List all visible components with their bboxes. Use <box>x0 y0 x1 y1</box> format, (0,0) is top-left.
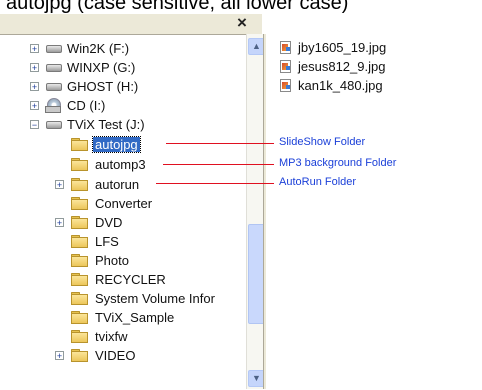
annotation-line <box>163 164 274 165</box>
close-icon[interactable]: × <box>233 13 251 33</box>
file-list: jby1605_19.jpg jesus812_9.jpg kan1k_480.… <box>266 34 482 389</box>
expand-icon[interactable]: + <box>55 179 64 189</box>
tree-item-tvix-sample[interactable]: TViX_Sample <box>55 308 176 326</box>
tree-item-photo[interactable]: Photo <box>55 251 131 269</box>
tree-item-label: tvixfw <box>95 328 128 344</box>
expand-icon[interactable]: + <box>55 350 64 360</box>
tree-item-cd[interactable]: + CD (I:) <box>30 96 107 114</box>
annotation-line <box>156 183 274 184</box>
tree-item-label: WINXP (G:) <box>67 59 136 75</box>
folder-icon <box>70 253 88 267</box>
folder-icon <box>70 329 88 343</box>
annotation-line <box>166 143 274 144</box>
tree-item-label: DVD <box>95 214 123 230</box>
tree-item-lfs[interactable]: LFS <box>55 232 121 250</box>
tree-item-autorun[interactable]: + autorun <box>55 175 141 193</box>
file-item[interactable]: jby1605_19.jpg <box>280 38 388 56</box>
tree-item-label: autojpg <box>92 135 141 153</box>
drive-icon <box>45 43 62 53</box>
folder-icon <box>70 234 88 248</box>
jpg-file-icon <box>280 78 291 92</box>
tree-item-tvixfw[interactable]: tvixfw <box>55 327 130 345</box>
annotation-slideshow: SlideShow Folder <box>279 136 366 148</box>
tree-item-tvix-test[interactable]: − TViX Test (J:) <box>30 115 147 133</box>
expand-icon[interactable]: + <box>30 81 39 91</box>
folder-icon <box>70 291 88 305</box>
expand-icon[interactable]: + <box>55 217 64 227</box>
tree-item-winxp[interactable]: + WINXP (G:) <box>30 58 137 76</box>
tree-item-converter[interactable]: Converter <box>55 194 154 212</box>
folder-icon <box>70 177 88 191</box>
tree-item-label: Photo <box>95 252 129 268</box>
folder-icon <box>70 310 88 324</box>
tree-item-ghost[interactable]: + GHOST (H:) <box>30 77 140 95</box>
window-titlebar <box>0 14 262 34</box>
tree-item-label: VIDEO <box>95 347 136 363</box>
tree-item-label: GHOST (H:) <box>67 78 139 94</box>
tree-item-label: autorun <box>95 176 140 192</box>
cd-drive-icon <box>45 97 61 113</box>
drive-icon <box>45 81 62 91</box>
tree-item-label: Win2K (F:) <box>67 40 130 56</box>
tree-item-win2k[interactable]: + Win2K (F:) <box>30 39 131 57</box>
tree-item-autojpg[interactable]: autojpg <box>55 135 141 153</box>
tree-item-label: TViX Test (J:) <box>67 116 145 132</box>
file-name: kan1k_480.jpg <box>298 77 383 93</box>
tree-item-label: CD (I:) <box>67 97 106 113</box>
tree-item-automp3[interactable]: automp3 <box>55 155 148 173</box>
file-item[interactable]: kan1k_480.jpg <box>280 76 385 94</box>
folder-icon <box>70 157 88 171</box>
folder-icon <box>70 348 88 362</box>
file-item[interactable]: jesus812_9.jpg <box>280 57 387 75</box>
tree-item-label: RECYCLER <box>95 271 166 287</box>
annotation-autorun: AutoRun Folder <box>279 176 357 188</box>
file-name: jby1605_19.jpg <box>298 39 387 55</box>
folder-icon <box>70 272 88 286</box>
drive-icon <box>45 119 62 129</box>
folder-tree: + Win2K (F:) + WINXP (G:) + GHOST (H:) +… <box>0 34 246 390</box>
tree-item-video[interactable]: + VIDEO <box>55 346 137 364</box>
tree-item-label: TViX_Sample <box>95 309 175 325</box>
collapse-icon[interactable]: − <box>30 119 39 129</box>
tree-scrollbar[interactable]: ▲ ▼ <box>246 34 265 389</box>
tree-item-label: LFS <box>95 233 119 249</box>
folder-icon <box>70 137 88 151</box>
file-name: jesus812_9.jpg <box>298 58 386 74</box>
folder-icon <box>70 215 88 229</box>
expand-icon[interactable]: + <box>30 100 39 110</box>
tree-item-label: Converter <box>95 195 153 211</box>
tree-item-dvd[interactable]: + DVD <box>55 213 124 231</box>
expand-icon[interactable]: + <box>30 43 39 53</box>
annotation-mp3: MP3 background Folder <box>279 157 397 169</box>
tree-item-label: System Volume Infor <box>95 290 215 306</box>
folder-icon <box>70 196 88 210</box>
drive-icon <box>45 62 62 72</box>
jpg-file-icon <box>280 40 291 54</box>
tree-item-label: automp3 <box>95 156 146 172</box>
jpg-file-icon <box>280 59 291 73</box>
tree-item-system-volume[interactable]: System Volume Infor <box>55 289 217 307</box>
expand-icon[interactable]: + <box>30 62 39 72</box>
tree-item-recycler[interactable]: RECYCLER <box>55 270 168 288</box>
